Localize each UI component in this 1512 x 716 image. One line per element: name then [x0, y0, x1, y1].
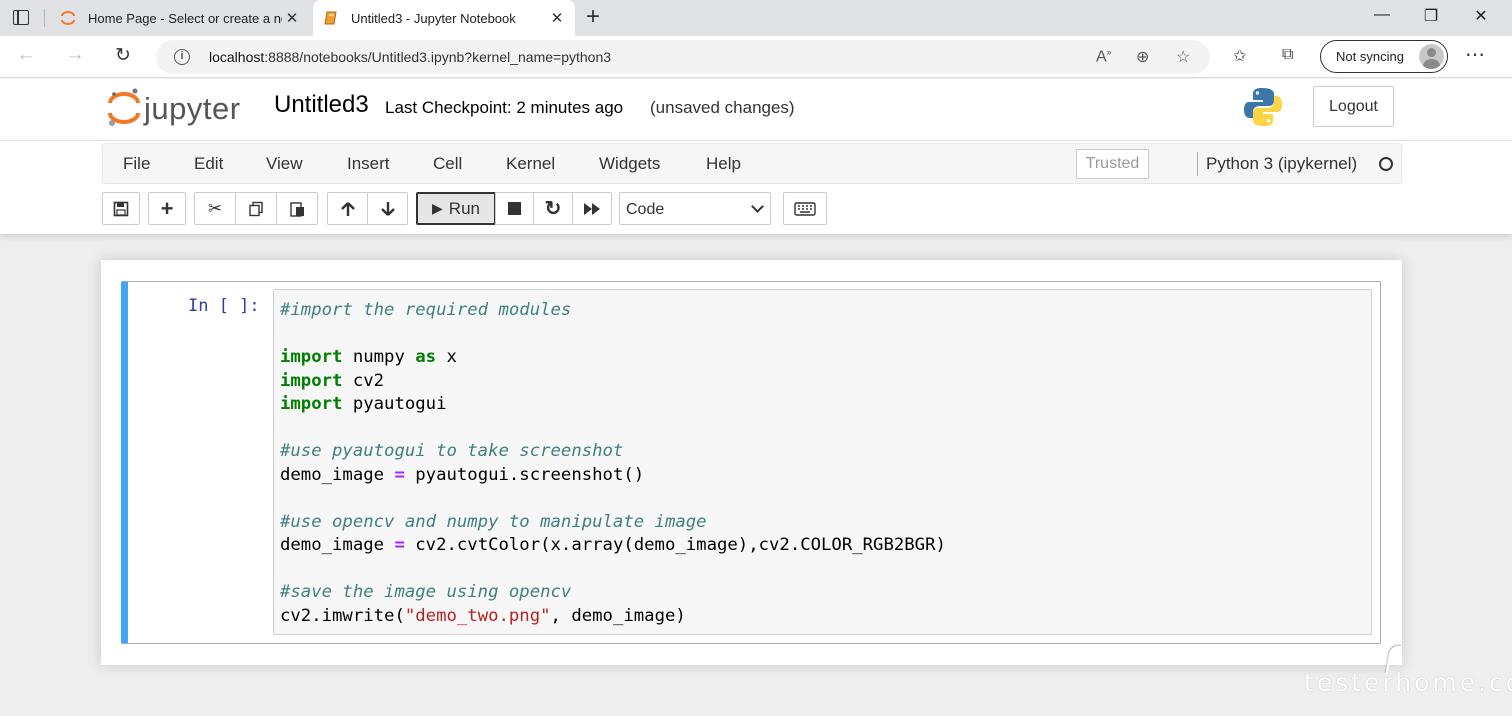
close-tab-icon[interactable]: ✕ [282, 9, 302, 27]
back-icon[interactable]: ← [13, 44, 39, 66]
menubar: File Edit View Insert Cell Kernel Widget… [102, 143, 1402, 184]
copy-icon [249, 201, 263, 216]
jupyter-logo-icon [108, 88, 140, 126]
refresh-icon[interactable]: ↻ [110, 44, 136, 67]
move-cell-down-button[interactable] [367, 192, 408, 225]
insert-cell-button[interactable]: + [148, 192, 186, 225]
kernel-separator [1197, 152, 1198, 176]
tab-actions-icon[interactable] [13, 10, 29, 25]
cell-type-value: Code [626, 201, 665, 218]
paste-button[interactable] [276, 192, 318, 225]
watermark: testerhome.com [1304, 668, 1512, 697]
url-text: localhost:8888/notebooks/Untitled3.ipynb… [209, 49, 612, 65]
tab-title: Untitled3 - Jupyter Notebook [351, 10, 516, 26]
close-tab-icon[interactable]: ✕ [547, 9, 567, 27]
favorites-icon[interactable]: ✩ [1233, 46, 1246, 66]
menu-widgets[interactable]: Widgets [599, 154, 660, 174]
browser-tab-home[interactable]: Home Page - Select or create a notebook … [50, 0, 310, 36]
restart-run-all-button[interactable] [572, 192, 612, 225]
copy-button[interactable] [235, 192, 277, 225]
close-window-icon[interactable]: ✕ [1461, 6, 1501, 26]
arrow-down-icon [380, 201, 395, 216]
notebook-toolbar-area: File Edit View Insert Cell Kernel Widget… [0, 141, 1512, 234]
read-aloud-icon[interactable]: A» [1096, 47, 1112, 66]
checkpoint-status: Last Checkpoint: 2 minutes ago [385, 98, 624, 117]
minimize-icon[interactable]: — [1362, 6, 1402, 24]
menu-kernel[interactable]: Kernel [506, 154, 555, 174]
floppy-disk-icon [113, 201, 129, 216]
address-bar: ← → ↻ i localhost:8888/notebooks/Untitle… [0, 36, 1512, 78]
collections-icon[interactable]: ⧉ [1282, 46, 1293, 64]
kernel-idle-icon [1379, 157, 1393, 171]
notebook-container: In [ ]: #import the required modules imp… [101, 260, 1402, 665]
code-text: #import the required modules import nump… [280, 300, 946, 626]
menu-help[interactable]: Help [706, 154, 741, 174]
chevron-down-icon [751, 200, 764, 213]
fast-forward-icon [584, 202, 600, 215]
plus-icon: + [160, 195, 174, 221]
jupyter-favicon-icon [60, 10, 76, 26]
keyboard-icon [794, 201, 816, 216]
menu-insert[interactable]: Insert [347, 154, 390, 174]
browser-tab-notebook[interactable]: Untitled3 - Jupyter Notebook ✕ [313, 0, 575, 36]
add-favorite-icon[interactable]: ☆ [1176, 47, 1190, 67]
more-options-icon[interactable]: ⋯ [1465, 42, 1486, 67]
python-logo-icon [1244, 88, 1282, 126]
sync-label: Not syncing [1336, 49, 1404, 64]
menu-cell[interactable]: Cell [433, 154, 462, 174]
autosave-status: (unsaved changes) [650, 98, 795, 117]
tab-title: Home Page - Select or create a notebook [88, 10, 282, 26]
restore-icon[interactable]: ❐ [1411, 6, 1451, 26]
run-label: Run [448, 198, 480, 218]
notebook-name[interactable]: Untitled3 [274, 91, 369, 119]
stop-icon [508, 202, 521, 215]
tab-separator [44, 9, 45, 27]
save-button[interactable] [102, 192, 140, 225]
menu-file[interactable]: File [123, 154, 150, 174]
logout-button[interactable]: Logout [1313, 86, 1394, 127]
run-button[interactable]: ▶ Run [416, 192, 496, 225]
menu-view[interactable]: View [266, 154, 303, 174]
play-icon: ▶ [432, 200, 443, 216]
cut-button[interactable]: ✂ [194, 192, 236, 225]
arrow-up-icon [340, 201, 355, 216]
menu-edit[interactable]: Edit [194, 154, 223, 174]
new-tab-icon[interactable]: + [586, 4, 600, 30]
profile-sync-button[interactable]: Not syncing [1320, 40, 1448, 73]
notebook-favicon-icon [323, 10, 339, 26]
code-cell[interactable]: In [ ]: #import the required modules imp… [121, 281, 1381, 644]
forward-icon[interactable]: → [62, 44, 88, 66]
restart-icon: ↻ [544, 198, 562, 220]
url-field[interactable]: i localhost:8888/notebooks/Untitled3.ipy… [156, 40, 1210, 74]
site-info-icon[interactable]: i [174, 49, 190, 65]
jupyter-header: jupyter Untitled3 Last Checkpoint: 2 min… [0, 79, 1512, 141]
command-palette-button[interactable] [783, 192, 827, 225]
paste-icon [290, 201, 304, 217]
input-prompt: In [ ]: [188, 296, 260, 316]
jupyter-logo[interactable]: jupyter [106, 85, 256, 133]
cell-type-select[interactable]: Code [619, 192, 771, 225]
avatar [1419, 44, 1444, 69]
interrupt-kernel-button[interactable] [495, 192, 534, 225]
kernel-name[interactable]: Python 3 (ipykernel) [1206, 154, 1357, 174]
scissors-icon: ✂ [207, 198, 223, 218]
jupyter-wordmark: jupyter [144, 91, 241, 126]
trusted-indicator[interactable]: Trusted [1076, 149, 1149, 179]
move-cell-up-button[interactable] [327, 192, 368, 225]
code-editor[interactable]: #import the required modules import nump… [273, 289, 1372, 635]
browser-tab-strip: Home Page - Select or create a notebook … [0, 0, 1512, 36]
zoom-icon[interactable]: ⊕ [1136, 47, 1149, 67]
restart-kernel-button[interactable]: ↻ [533, 192, 573, 225]
